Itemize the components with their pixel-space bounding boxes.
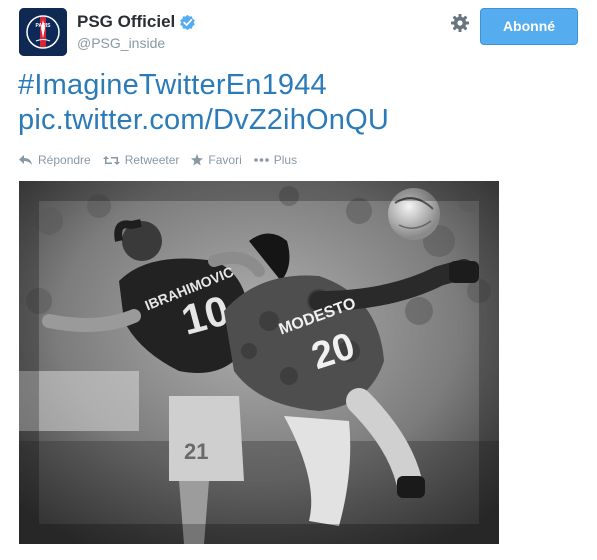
account-names: PSG Officiel @PSG_inside xyxy=(77,12,196,51)
more-button[interactable]: Plus xyxy=(253,153,298,167)
hashtag-link[interactable]: #ImagineTwitterEn1944 xyxy=(18,68,389,103)
tweet-header: PARIS PSG Officiel @PSG_inside Abonné xyxy=(19,8,578,58)
jersey-number-back: 21 xyxy=(184,439,208,464)
football-photo: IBRAHIMOVIC 10 MODESTO 20 21 xyxy=(19,181,499,544)
retweet-icon xyxy=(102,155,120,165)
account-name[interactable]: PSG Officiel xyxy=(77,12,175,32)
reply-button[interactable]: Répondre xyxy=(19,153,91,167)
tweet-text: #ImagineTwitterEn1944 pic.twitter.com/Dv… xyxy=(18,68,389,138)
follow-button[interactable]: Abonné xyxy=(480,8,578,45)
retweet-button[interactable]: Retweeter xyxy=(102,153,180,167)
retweet-label: Retweeter xyxy=(124,153,180,167)
favorite-label: Favori xyxy=(208,153,242,167)
more-dots-icon xyxy=(253,158,269,162)
reply-label: Répondre xyxy=(38,153,91,167)
media-link[interactable]: pic.twitter.com/DvZ2ihOnQU xyxy=(18,103,389,138)
psg-logo-icon: PARIS xyxy=(19,8,67,56)
gear-icon[interactable] xyxy=(450,13,470,33)
star-icon xyxy=(191,154,204,166)
more-label: Plus xyxy=(273,153,298,167)
tweet-photo[interactable]: IBRAHIMOVIC 10 MODESTO 20 21 xyxy=(19,181,499,544)
favorite-button[interactable]: Favori xyxy=(191,153,242,167)
svg-text:PARIS: PARIS xyxy=(36,23,52,29)
tweet-actions: Répondre Retweeter Favori Plus xyxy=(19,153,309,167)
avatar[interactable]: PARIS xyxy=(19,8,67,56)
verified-badge-icon xyxy=(180,14,196,30)
reply-icon xyxy=(19,154,32,165)
account-handle[interactable]: @PSG_inside xyxy=(77,35,196,51)
